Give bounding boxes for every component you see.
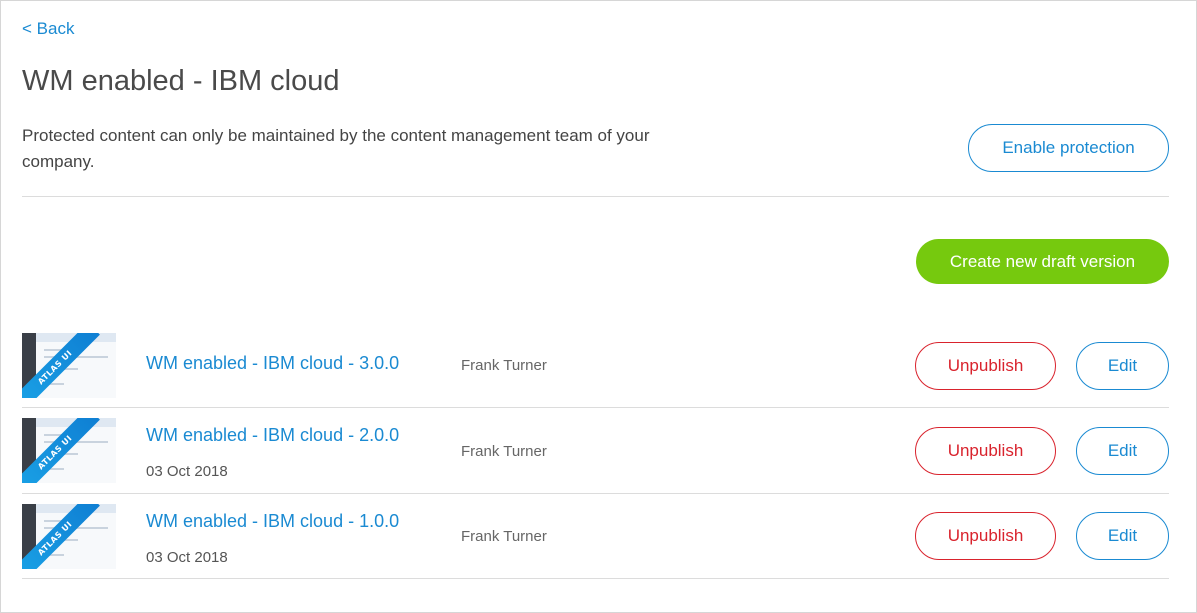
version-thumbnail[interactable]: ATLAS UI — [22, 504, 116, 569]
version-name-link[interactable]: WM enabled - IBM cloud - 3.0.0 — [146, 353, 399, 374]
version-name-link[interactable]: WM enabled - IBM cloud - 2.0.0 — [146, 425, 399, 446]
version-thumbnail[interactable]: ATLAS UI — [22, 418, 116, 483]
protection-description: Protected content can only be maintained… — [22, 126, 650, 171]
version-row: ATLAS UI WM enabled - IBM cloud - 3.0.0 … — [22, 323, 1169, 408]
unpublish-button[interactable]: Unpublish — [915, 512, 1056, 560]
version-row: ATLAS UI WM enabled - IBM cloud - 2.0.0 … — [22, 408, 1169, 493]
edit-button[interactable]: Edit — [1076, 512, 1169, 560]
version-author: Frank Turner — [461, 357, 547, 374]
version-author: Frank Turner — [461, 443, 547, 460]
section-divider — [22, 196, 1169, 197]
edit-button[interactable]: Edit — [1076, 342, 1169, 390]
edit-button[interactable]: Edit — [1076, 427, 1169, 475]
back-link[interactable]: < Back — [22, 19, 74, 39]
version-row: ATLAS UI WM enabled - IBM cloud - 1.0.0 … — [22, 494, 1169, 579]
version-name-link[interactable]: WM enabled - IBM cloud - 1.0.0 — [146, 511, 399, 532]
create-draft-version-button[interactable]: Create new draft version — [916, 239, 1169, 284]
version-author: Frank Turner — [461, 528, 547, 545]
enable-protection-button[interactable]: Enable protection — [968, 124, 1169, 172]
page-title: WM enabled - IBM cloud — [22, 65, 340, 97]
row-divider — [22, 578, 1169, 579]
page-frame: < Back WM enabled - IBM cloud Protected … — [0, 0, 1197, 613]
version-date: 03 Oct 2018 — [146, 463, 228, 480]
unpublish-button[interactable]: Unpublish — [915, 342, 1056, 390]
unpublish-button[interactable]: Unpublish — [915, 427, 1056, 475]
version-thumbnail[interactable]: ATLAS UI — [22, 333, 116, 398]
version-date: 03 Oct 2018 — [146, 549, 228, 566]
